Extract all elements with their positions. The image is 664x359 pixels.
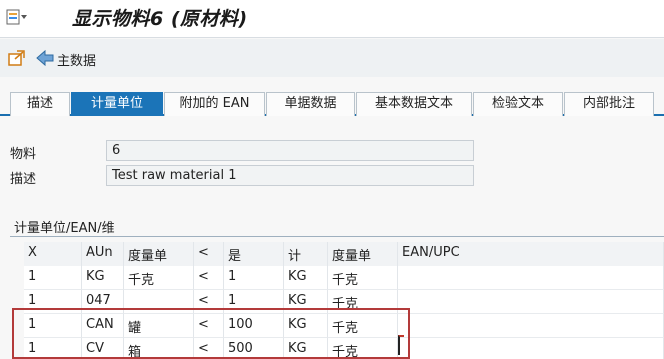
table-cell: < — [194, 338, 224, 359]
column-header[interactable]: AUn — [82, 242, 124, 266]
table-cell[interactable] — [124, 290, 194, 314]
column-header[interactable]: < — [194, 242, 224, 266]
menu-icon[interactable] — [6, 8, 28, 28]
table-cell[interactable]: 1 — [224, 266, 284, 290]
table-cell[interactable] — [398, 266, 664, 290]
column-header[interactable]: 是 — [224, 242, 284, 266]
table-cell[interactable]: 1 — [24, 290, 82, 314]
table-cell[interactable]: 千克 — [328, 314, 398, 338]
tab-strip: 描述 计量单位 附加的 EAN 单据数据 基本数据文本 检验文本 内部批注 — [0, 92, 664, 116]
table-cell: < — [194, 266, 224, 290]
table-cell[interactable]: 1 — [24, 338, 82, 359]
section-divider — [10, 236, 664, 237]
table-row[interactable]: 1 CV 箱 < 500 KG 千克 — [24, 338, 664, 359]
table-cell[interactable]: 1 — [24, 266, 82, 290]
table-cell[interactable] — [398, 290, 664, 314]
table-cell[interactable]: KG — [284, 314, 328, 338]
table-header-row: X AUn 度量单 < 是 计 度量单 EAN/UPC — [24, 242, 664, 266]
table-cell[interactable]: 千克 — [328, 338, 398, 359]
table-cell[interactable] — [398, 338, 664, 359]
column-header[interactable]: 度量单 — [328, 242, 398, 266]
table-cell[interactable]: 047 — [82, 290, 124, 314]
table-cell[interactable]: 箱 — [124, 338, 194, 359]
change-display-icon[interactable] — [7, 49, 27, 67]
toolbar: 主数据 — [0, 39, 664, 77]
page-title: 显示物料6 (原材料) — [72, 8, 248, 30]
table-cell[interactable]: 千克 — [328, 266, 398, 290]
table-cell[interactable]: 100 — [224, 314, 284, 338]
table-row[interactable]: 1 KG 千克 < 1 KG 千克 — [24, 266, 664, 290]
table-cell: < — [194, 314, 224, 338]
column-header[interactable]: 度量单 — [124, 242, 194, 266]
table-cell: < — [194, 290, 224, 314]
description-label: 描述 — [10, 172, 37, 187]
table-cell[interactable]: 1 — [24, 314, 82, 338]
table-cell[interactable]: KG — [284, 290, 328, 314]
table-row[interactable]: 1 CAN 罐 < 100 KG 千克 — [24, 314, 664, 338]
section-title: 计量单位/EAN/维 — [14, 221, 115, 236]
tab-internal-comment[interactable]: 内部批注 — [564, 92, 654, 116]
back-arrow-icon[interactable] — [35, 49, 55, 67]
text-cursor — [398, 335, 404, 355]
title-bar: 显示物料6 (原材料) — [0, 0, 664, 38]
table-cell[interactable]: KG — [284, 266, 328, 290]
column-header[interactable]: X — [24, 242, 82, 266]
table-cell[interactable]: 1 — [224, 290, 284, 314]
table-cell[interactable]: CAN — [82, 314, 124, 338]
tab-basic-data-text[interactable]: 基本数据文本 — [356, 92, 472, 116]
table-cell[interactable]: 500 — [224, 338, 284, 359]
table-cell[interactable]: 罐 — [124, 314, 194, 338]
tab-inspection-text[interactable]: 检验文本 — [473, 92, 563, 116]
material-row: 物料 6 — [0, 140, 480, 162]
material-field[interactable]: 6 — [106, 140, 474, 161]
table-cell[interactable] — [398, 314, 664, 338]
material-label: 物料 — [10, 147, 37, 162]
column-header[interactable]: EAN/UPC — [398, 242, 664, 266]
tab-units-of-measure[interactable]: 计量单位 — [71, 92, 163, 116]
main-data-button[interactable]: 主数据 — [57, 50, 96, 69]
description-row: 描述 Test raw material 1 — [0, 165, 480, 187]
table-row[interactable]: 1 047 < 1 KG 千克 — [24, 290, 664, 314]
table-cell[interactable]: KG — [284, 338, 328, 359]
tab-additional-ean[interactable]: 附加的 EAN — [164, 92, 265, 116]
table-cell[interactable]: 千克 — [328, 290, 398, 314]
column-header[interactable]: 计 — [284, 242, 328, 266]
table-cell[interactable]: KG — [82, 266, 124, 290]
table-cell[interactable]: 千克 — [124, 266, 194, 290]
tab-document-data[interactable]: 单据数据 — [266, 92, 355, 116]
description-field[interactable]: Test raw material 1 — [106, 165, 474, 186]
table-cell[interactable]: CV — [82, 338, 124, 359]
tab-description[interactable]: 描述 — [10, 92, 70, 116]
